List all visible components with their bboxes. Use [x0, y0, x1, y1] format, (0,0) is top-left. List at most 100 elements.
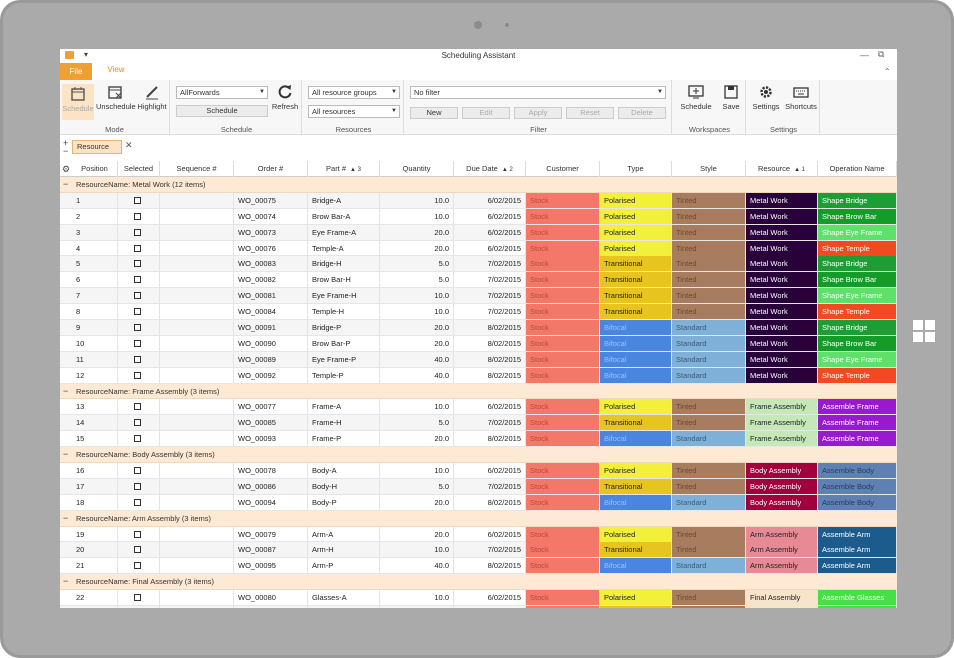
table-row[interactable]: 22 WO_00080 Glasses-A 10.0 6/02/2015 Stock Pol…	[60, 590, 897, 607]
row-checkbox[interactable]	[134, 562, 141, 570]
filter-apply-button[interactable]: Apply	[514, 107, 562, 119]
group-row[interactable]: − ResourceName: Final Assembly (3 items)	[60, 574, 897, 591]
header-position[interactable]: Position	[72, 161, 118, 177]
cell-cust: Stock	[526, 367, 600, 383]
row-checkbox[interactable]	[134, 467, 141, 475]
header-type[interactable]: Type	[600, 161, 672, 177]
schedule-direction-value: AllForwards	[180, 88, 220, 97]
resources-select[interactable]: All resources ▼	[308, 105, 400, 118]
header-customer[interactable]: Customer	[526, 161, 600, 177]
group-row[interactable]: − ResourceName: Frame Assembly (3 items)	[60, 383, 897, 400]
table-row[interactable]: 5 WO_00083 Bridge-H 5.0 7/02/2015 Stock Transi…	[60, 256, 897, 273]
header-part[interactable]: Part # ▲ 3	[308, 161, 380, 177]
group-row[interactable]: − ResourceName: Body Assembly (3 items)	[60, 447, 897, 464]
row-checkbox[interactable]	[134, 482, 141, 490]
minimize-icon[interactable]: —	[860, 50, 869, 60]
row-checkbox[interactable]	[134, 355, 141, 363]
cell-type: Bifocal	[600, 351, 672, 367]
row-checkbox[interactable]	[134, 371, 141, 379]
row-checkbox[interactable]	[134, 212, 141, 220]
collapse-group-icon[interactable]: −	[63, 177, 68, 191]
table-row[interactable]: 16 WO_00078 Body-A 10.0 6/02/2015 Stock Polari…	[60, 463, 897, 479]
row-checkbox[interactable]	[134, 498, 141, 506]
row-checkbox[interactable]	[134, 324, 141, 332]
row-checkbox[interactable]	[134, 244, 141, 252]
collapse-group-icon[interactable]: −	[63, 574, 68, 588]
table-row[interactable]: 10 WO_00090 Brow Bar-P 20.0 8/02/2015 Stock Bi…	[60, 335, 897, 352]
windows-logo-icon[interactable]	[913, 320, 935, 342]
table-row[interactable]: 17 WO_00086 Body-H 5.0 7/02/2015 Stock Transit…	[60, 478, 897, 495]
row-checkbox[interactable]	[134, 435, 141, 443]
table-row[interactable]: 3 WO_00073 Eye Frame-A 20.0 6/02/2015 Stock Po…	[60, 224, 897, 241]
shortcuts-button[interactable]: Shortcuts	[784, 84, 818, 111]
header-order[interactable]: Order #	[234, 161, 308, 177]
row-checkbox[interactable]	[134, 594, 141, 602]
table-row[interactable]: 8 WO_00084 Temple-H 10.0 7/02/2015 Stock Trans…	[60, 304, 897, 321]
table-row[interactable]: 23 WO_00088Glasses-H5.07/02/2015StockTran…	[60, 606, 897, 608]
header-resource[interactable]: Resource ▲ 1	[746, 161, 818, 177]
header-sequence[interactable]: Sequence #	[160, 161, 234, 177]
filter-edit-button[interactable]: Edit	[462, 107, 510, 119]
schedule-button[interactable]: Schedule	[176, 105, 268, 117]
collapse-group-icon[interactable]: −	[63, 511, 68, 525]
table-row[interactable]: 19 WO_00079 Arm-A 20.0 6/02/2015 Stock Polaris…	[60, 526, 897, 543]
table-row[interactable]: 18 WO_00094 Body-P 20.0 8/02/2015 Stock Bifoca…	[60, 494, 897, 511]
row-checkbox[interactable]	[134, 228, 141, 236]
collapse-group-icon[interactable]: −	[63, 447, 68, 461]
row-checkbox[interactable]	[134, 308, 141, 316]
table-row[interactable]: 15 WO_00093 Frame-P 20.0 8/02/2015 Stock Bifoc…	[60, 431, 897, 448]
table-row[interactable]: 7 WO_00081 Eye Frame-H 10.0 7/02/2015 Stock Tr…	[60, 288, 897, 305]
table-row[interactable]: 21 WO_00095 Arm-P 40.0 8/02/2015 Stock Bifocal…	[60, 558, 897, 575]
refresh-button[interactable]: Refresh	[270, 84, 300, 111]
resource-groups-select[interactable]: All resource groups ▼	[308, 86, 400, 99]
cell-due: 6/02/2015	[454, 208, 526, 224]
header-due-date[interactable]: Due Date ▲ 2	[454, 161, 526, 177]
row-checkbox[interactable]	[134, 292, 141, 300]
table-row[interactable]: 2 WO_00074 Brow Bar-A 10.0 6/02/2015 Stock Pol…	[60, 208, 897, 225]
group-row[interactable]: − ResourceName: Arm Assembly (3 items)	[60, 510, 897, 527]
unschedule-button[interactable]: Unschedule	[96, 84, 136, 111]
workspace-save-button[interactable]: Save	[718, 84, 744, 111]
row-checkbox[interactable]	[134, 276, 141, 284]
filter-reset-button[interactable]: Reset	[566, 107, 614, 119]
tab-file[interactable]: File	[60, 63, 92, 80]
row-checkbox[interactable]	[134, 339, 141, 347]
tab-view[interactable]: View	[100, 63, 132, 80]
table-row[interactable]: 4 WO_00076 Temple-A 20.0 6/02/2015 Stock Polar…	[60, 240, 897, 257]
table-row[interactable]: 6 WO_00082 Brow Bar-H 5.0 7/02/2015 Stock Tran…	[60, 272, 897, 289]
settings-button[interactable]: Settings	[750, 84, 782, 111]
table-row[interactable]: 12 WO_00092 Temple-P 40.0 8/02/2015 Stock Bifo…	[60, 367, 897, 384]
row-checkbox[interactable]	[134, 419, 141, 427]
row-checkbox[interactable]	[134, 260, 141, 268]
group-row[interactable]: − ResourceName: Metal Work (12 items)	[60, 177, 897, 193]
highlight-button[interactable]: Highlight	[136, 84, 168, 111]
table-row[interactable]: 14 WO_00085 Frame-H 5.0 7/02/2015 Stock Transi…	[60, 415, 897, 432]
mode-schedule-button[interactable]: Schedule	[62, 84, 94, 120]
table-row[interactable]: 20 WO_00087 Arm-H 10.0 7/02/2015 Stock Transit…	[60, 542, 897, 559]
row-checkbox[interactable]	[134, 530, 141, 538]
header-operation[interactable]: Operation Name	[818, 161, 897, 177]
header-selected[interactable]: Selected	[118, 161, 160, 177]
table-row[interactable]: 13 WO_00077 Frame-A 10.0 6/02/2015 Stock Polar…	[60, 399, 897, 416]
cell-op: Shape Bridge	[818, 320, 897, 336]
column-chooser-gear-icon[interactable]: ⚙	[60, 161, 72, 177]
workspace-schedule-button[interactable]: Schedule	[678, 84, 714, 111]
restore-icon[interactable]: ⧉	[878, 49, 884, 60]
filter-select[interactable]: No filter ▼	[410, 86, 666, 99]
row-checkbox[interactable]	[134, 403, 141, 411]
collapse-group-icon[interactable]: −	[63, 384, 68, 398]
header-quantity[interactable]: Quantity	[380, 161, 454, 177]
row-checkbox[interactable]	[134, 196, 141, 204]
table-row[interactable]: 11 WO_00089 Eye Frame-P 40.0 8/02/2015 Stock B…	[60, 351, 897, 368]
filter-new-button[interactable]: New	[410, 107, 458, 119]
collapse-ribbon-icon[interactable]: ⌃	[884, 67, 891, 76]
row-checkbox[interactable]	[134, 546, 141, 554]
close-icon[interactable]: ✕	[125, 139, 133, 151]
table-row[interactable]: 1 WO_00075 Bridge-A 10.0 6/02/2015 Stock Polar…	[60, 192, 897, 209]
group-chip-resource[interactable]: Resource ✕	[72, 140, 133, 154]
filter-delete-button[interactable]: Delete	[618, 107, 666, 119]
collapse-all-icon[interactable]: −	[63, 146, 68, 156]
table-row[interactable]: 9 WO_00091 Bridge-P 20.0 8/02/2015 Stock Bifoc…	[60, 320, 897, 336]
schedule-direction-select[interactable]: AllForwards ▼	[176, 86, 268, 99]
header-style[interactable]: Style	[672, 161, 746, 177]
